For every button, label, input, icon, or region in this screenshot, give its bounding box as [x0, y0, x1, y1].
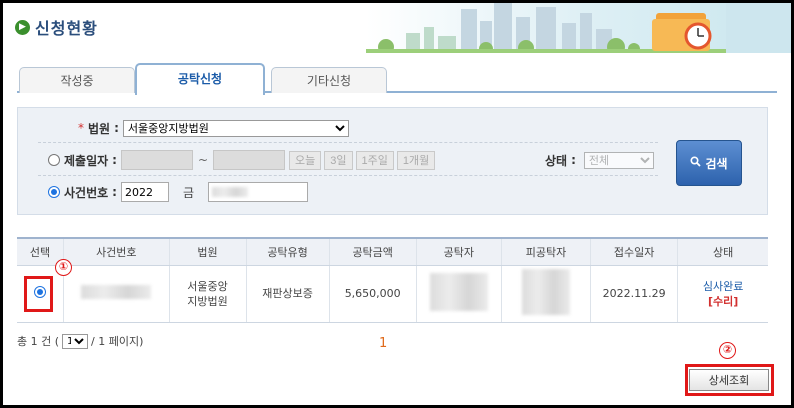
tab-drafting[interactable]: 작성중 [19, 67, 135, 93]
court-select[interactable]: 서울중앙지방법원 [122, 119, 349, 137]
court-label: 법원 [88, 121, 111, 136]
date-label: 제출일자 [64, 153, 109, 168]
col-header-depositor: 공탁자 [415, 237, 502, 266]
date-radio[interactable] [48, 154, 60, 166]
search-button-label: 검색 [705, 156, 728, 171]
case-number-cell [63, 265, 169, 323]
case-serial-input[interactable] [208, 182, 309, 202]
tab-other-application[interactable]: 기타신청 [271, 67, 387, 93]
annotation-marker-2: ② [719, 342, 736, 359]
3days-button[interactable]: 3일 [324, 150, 353, 170]
page-number-link[interactable]: 1 [379, 336, 387, 351]
colon: : [112, 153, 117, 167]
receipt-date-cell: 2022.11.29 [590, 265, 678, 323]
tab-bar: 작성중 공탁신청 기타신청 [17, 63, 777, 95]
colon: : [112, 185, 117, 199]
app-window: ▶ 신청현황 작성중 공탁신청 기타신청 * 법원: 서울중앙지방법원 제출일… [3, 3, 791, 405]
annotation-marker-1: ① [55, 259, 72, 276]
redacted-depositee [521, 268, 570, 315]
date-from-input[interactable] [120, 150, 193, 170]
redacted-depositor [429, 272, 488, 311]
case-number-radio[interactable] [48, 186, 60, 198]
col-header-amount: 공탁금액 [328, 237, 417, 266]
page-select[interactable]: 1 [62, 333, 89, 349]
redacted-case-number [81, 284, 152, 299]
search-button[interactable]: 검색 [676, 140, 742, 186]
depositor-cell [415, 265, 502, 323]
col-header-deposit-type: 공탁유형 [245, 237, 330, 266]
court-line1: 서울중앙 [187, 279, 228, 293]
col-header-receipt-date: 접수일자 [590, 237, 678, 266]
col-header-status: 상태 [677, 237, 768, 266]
results-table: 선택 사건번호 법원 공탁유형 공탁금액 공탁자 피공탁자 접수일자 상태 서울… [17, 237, 768, 323]
col-header-case-number: 사건번호 [63, 237, 169, 266]
date-separator: ~ [197, 153, 209, 167]
table-header-row: 선택 사건번호 법원 공탁유형 공탁금액 공탁자 피공탁자 접수일자 상태 [17, 237, 768, 266]
case-row: 사건번호 : 금 [48, 180, 309, 204]
court-row: * 법원 : 서울중앙지방법원 [78, 116, 349, 140]
total-pages-text: / 1 페이지) [91, 335, 144, 348]
divider [38, 175, 658, 176]
court-cell: 서울중앙 지방법원 [168, 265, 247, 323]
redacted-case-serial [212, 187, 249, 197]
status-label: 상태 [545, 153, 568, 168]
col-header-depositee: 피공탁자 [500, 237, 591, 266]
amount-cell: 5,650,000 [328, 265, 417, 323]
total-count-text: 총 1 건 ( [17, 335, 60, 348]
colon: : [571, 153, 576, 167]
highlight-box-select [24, 276, 53, 312]
deposit-type-cell: 재판상보증 [245, 265, 330, 323]
status-link[interactable]: 심사완료 [678, 279, 768, 294]
court-line2: 지방법원 [187, 294, 228, 308]
col-header-court: 법원 [168, 237, 247, 266]
date-row: 제출일자 : ~ 오늘 3일 1주일 1개월 [48, 148, 438, 172]
table-row[interactable]: 서울중앙 지방법원 재판상보증 5,650,000 2022.11.29 심사완… [17, 265, 768, 323]
page-header: ▶ 신청현황 [3, 3, 791, 53]
magnifier-icon [690, 156, 702, 170]
status-select[interactable]: 전체 [583, 151, 654, 169]
case-year-input[interactable] [120, 182, 169, 202]
detail-view-button[interactable]: 상세조회 [689, 369, 769, 391]
colon: : [114, 121, 119, 135]
search-panel: * 법원 : 서울중앙지방법원 제출일자 : ~ 오늘 3일 1주일 1개월 상… [17, 107, 768, 215]
today-button[interactable]: 오늘 [289, 150, 322, 170]
page-title: 신청현황 [35, 19, 98, 38]
divider [38, 142, 658, 143]
title-bullet-icon: ▶ [15, 19, 30, 35]
case-number-label: 사건번호 [64, 185, 109, 200]
depositee-cell [500, 265, 591, 323]
status-cell: 심사완료 [수리] [677, 265, 768, 323]
pager-info: 총 1 건 ( 1 / 1 페이지) [17, 333, 143, 349]
status-result: [수리] [707, 294, 739, 308]
case-type-label: 금 [182, 185, 195, 200]
1week-button[interactable]: 1주일 [355, 150, 394, 170]
header-cityscape-illustration [366, 3, 791, 53]
tab-deposit-application[interactable]: 공탁신청 [135, 63, 265, 95]
title-group: ▶ 신청현황 [15, 15, 98, 39]
date-to-input[interactable] [213, 150, 286, 170]
required-mark-icon: * [78, 121, 84, 135]
1month-button[interactable]: 1개월 [396, 150, 436, 170]
status-row: 상태 : 전체 [545, 148, 654, 172]
